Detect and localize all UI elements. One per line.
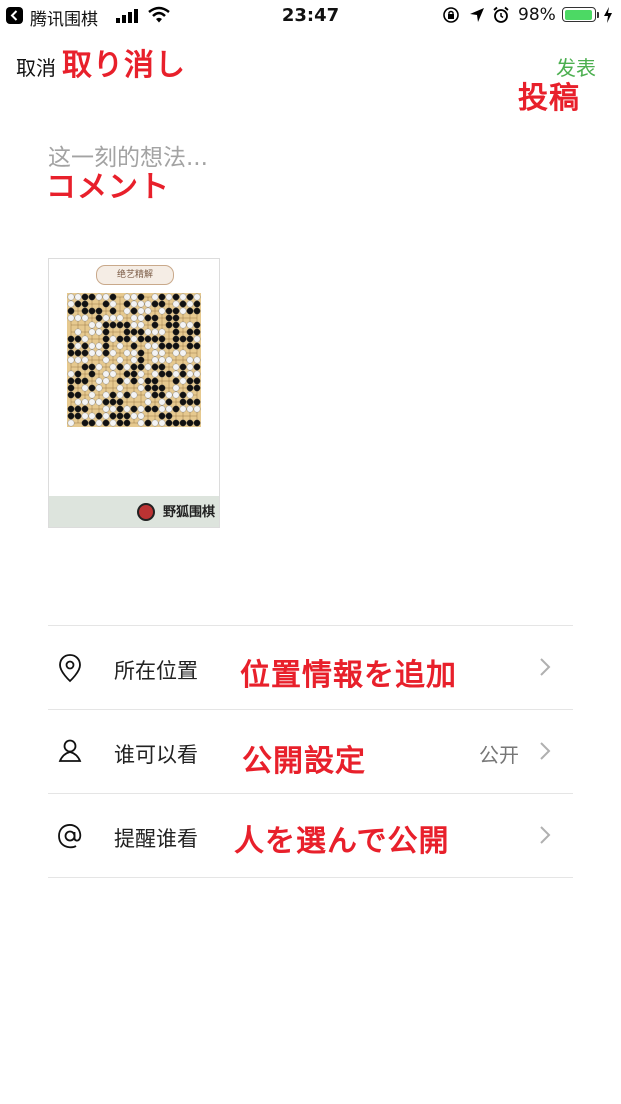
image-caption-badge: 绝艺精解 [96, 265, 174, 285]
annotation-comment: コメント [46, 170, 170, 205]
image-brand-text: 野狐围棋 [162, 505, 215, 520]
location-pin-icon [54, 652, 86, 684]
annotation-mention: 人を選んで公開 [234, 824, 450, 859]
option-label: 所在位置 [114, 659, 198, 683]
chevron-right-icon [539, 741, 551, 765]
annotation-visibility: 公開設定 [242, 744, 366, 779]
battery-icon [562, 7, 596, 22]
chevron-right-icon [539, 657, 551, 681]
attached-image-thumbnail[interactable]: 绝艺精解 野狐围棋 [48, 258, 220, 528]
battery-tip [597, 12, 599, 18]
annotation-location: 位置情報を追加 [240, 658, 457, 693]
at-sign-icon [54, 820, 86, 852]
battery-percentage: 98% [518, 5, 556, 25]
location-arrow-icon [469, 7, 485, 28]
post-options-list: 所在位置 位置情報を追加 谁可以看 公开 公開設定 提醒谁看 人を選んで公開 [48, 625, 573, 878]
option-label: 提醒谁看 [114, 827, 198, 851]
charging-bolt-icon [603, 7, 613, 28]
option-visibility[interactable]: 谁可以看 公开 公開設定 [48, 709, 573, 793]
cancel-button[interactable]: 取消 [16, 52, 56, 81]
annotation-cancel: 取り消し [62, 48, 186, 83]
option-location[interactable]: 所在位置 位置情報を追加 [48, 625, 573, 709]
option-value: 公开 [479, 743, 519, 767]
chevron-right-icon [539, 825, 551, 849]
annotation-publish: 投稿 [518, 81, 580, 116]
image-footer: 野狐围棋 [49, 496, 219, 527]
rotation-lock-icon [442, 6, 460, 29]
person-icon [54, 736, 86, 768]
alarm-icon [492, 6, 510, 29]
status-bar: 腾讯围棋 23:47 98% [0, 0, 621, 32]
brand-logo-icon [137, 503, 155, 521]
option-label: 谁可以看 [114, 743, 198, 767]
go-board-image [67, 293, 201, 427]
option-mention[interactable]: 提醒谁看 人を選んで公開 [48, 793, 573, 878]
